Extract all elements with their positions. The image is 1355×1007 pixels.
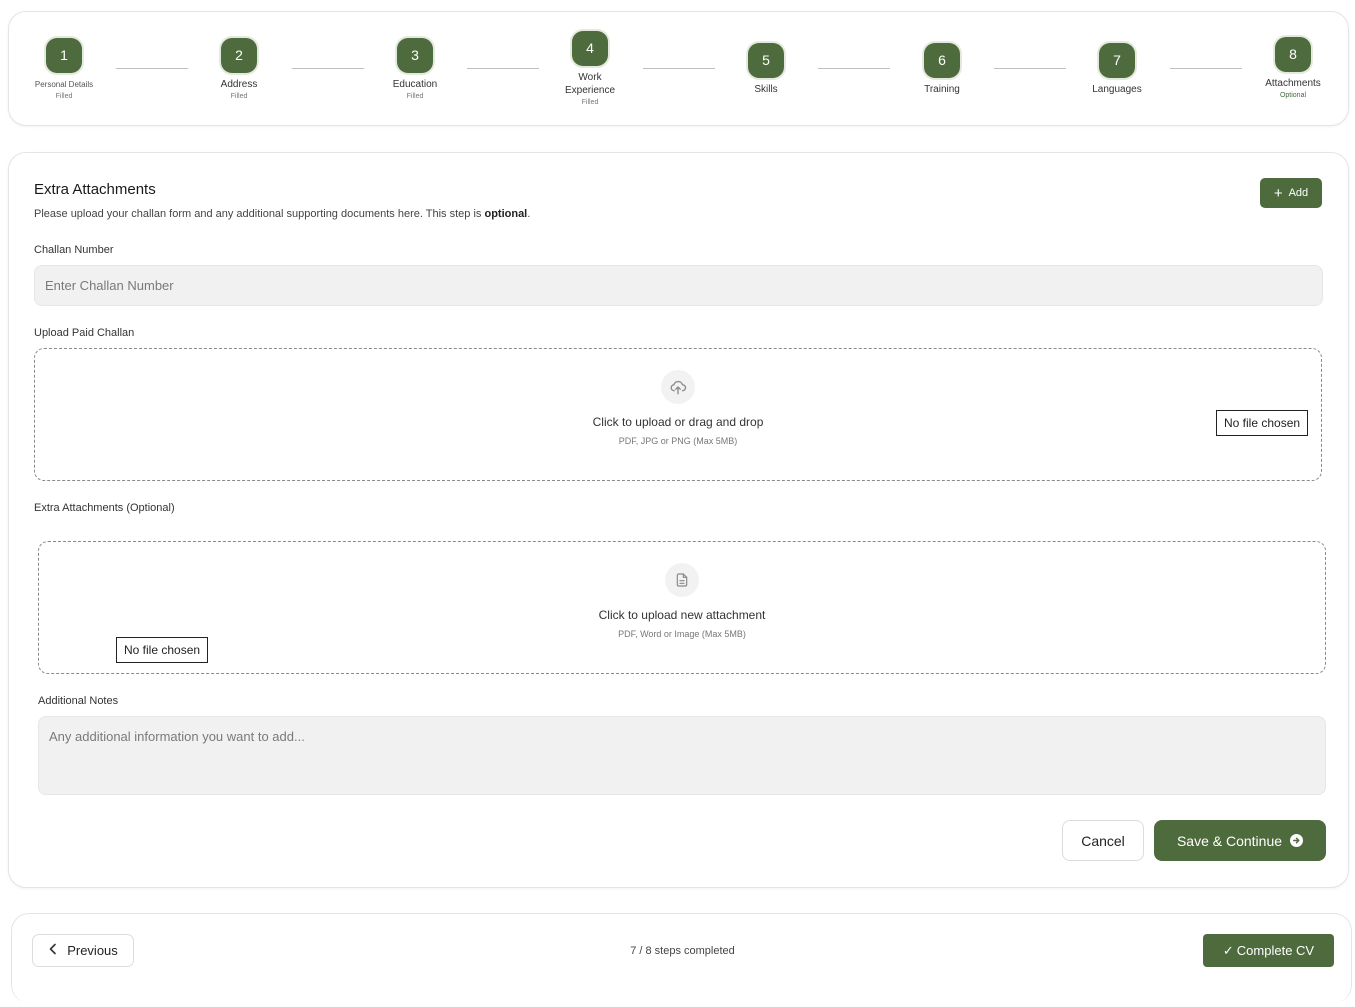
step-connector	[467, 68, 539, 69]
extra-attachments-dropzone[interactable]: Click to upload new attachment PDF, Word…	[38, 541, 1326, 674]
challan-number-label: Challan Number	[34, 244, 114, 256]
step-training[interactable]: 6 Training	[887, 43, 997, 96]
step-number: 2	[221, 38, 257, 73]
step-label: Personal Details	[34, 80, 94, 89]
step-connector	[643, 68, 715, 69]
step-connector	[994, 68, 1066, 69]
document-icon	[665, 563, 699, 597]
step-number: 1	[46, 38, 82, 73]
dropzone-hint: PDF, JPG or PNG (Max 5MB)	[618, 436, 738, 446]
additional-notes-input[interactable]	[38, 716, 1326, 795]
dropzone-title: Click to upload new attachment	[598, 608, 766, 622]
complete-cv-button[interactable]: ✓ Complete CV	[1203, 934, 1334, 967]
step-number: 8	[1275, 37, 1311, 72]
step-address[interactable]: 2 Address Filled	[184, 38, 294, 102]
step-number: 5	[748, 43, 784, 78]
step-status: Filled	[406, 93, 424, 100]
extra-attachments-label: Extra Attachments (Optional)	[34, 502, 175, 514]
dropzone-hint: PDF, Word or Image (Max 5MB)	[618, 629, 746, 639]
subtitle-suffix: .	[527, 208, 531, 220]
subtitle-text: Please upload your challan form and any …	[34, 208, 485, 220]
upload-paid-challan-label: Upload Paid Challan	[34, 327, 135, 339]
step-number: 6	[924, 43, 960, 78]
step-languages[interactable]: 7 Languages	[1062, 43, 1172, 96]
step-number: 7	[1099, 43, 1135, 78]
plus-icon: +	[1273, 184, 1283, 202]
step-personal-details[interactable]: 1 Personal Details Filled	[9, 38, 119, 102]
check-icon: ✓	[1222, 942, 1234, 958]
save-continue-button[interactable]: Save & Continue	[1154, 820, 1326, 861]
step-number: 3	[397, 38, 433, 73]
steps-progress: 7 / 8 steps completed	[630, 945, 735, 957]
step-connector	[116, 68, 188, 69]
step-connector	[1170, 68, 1242, 69]
step-status: Optional	[1279, 92, 1307, 99]
step-connector	[818, 68, 890, 69]
save-button-label: Save & Continue	[1176, 832, 1283, 849]
dropzone-title: Click to upload or drag and drop	[592, 415, 764, 429]
add-button-label: Add	[1288, 187, 1309, 199]
arrow-right-circle-icon	[1290, 834, 1304, 847]
file-chosen-status[interactable]: No file chosen	[116, 637, 209, 663]
add-button[interactable]: + Add	[1260, 178, 1322, 208]
step-label: Work Experience	[564, 72, 616, 96]
step-education[interactable]: 3 Education Filled	[360, 38, 470, 102]
attachments-card: Extra Attachments Please upload your cha…	[8, 152, 1349, 888]
complete-cv-label: Complete CV	[1236, 943, 1315, 958]
step-status: Filled	[55, 93, 73, 100]
step-label: Address	[220, 79, 258, 90]
cancel-button[interactable]: Cancel	[1062, 820, 1144, 861]
step-label: Languages	[1092, 84, 1142, 95]
file-chosen-status[interactable]: No file chosen	[1216, 410, 1309, 436]
step-skills[interactable]: 5 Skills	[711, 43, 821, 96]
step-label: Training	[924, 84, 960, 95]
step-label: Skills	[754, 84, 778, 95]
subtitle-bold: optional	[484, 208, 528, 220]
step-label: Attachments	[1265, 78, 1321, 89]
step-status: Filled	[581, 99, 599, 106]
section-title: Extra Attachments	[34, 181, 156, 198]
step-work-experience[interactable]: 4 Work Experience Filled	[535, 31, 645, 108]
challan-number-input[interactable]	[34, 265, 1323, 306]
step-label: Education	[392, 79, 438, 90]
section-subtitle: Please upload your challan form and any …	[34, 208, 530, 220]
progress-stepper: 1 Personal Details Filled 2 Address Fill…	[8, 11, 1349, 126]
step-status: Filled	[230, 93, 248, 100]
step-number: 4	[572, 31, 608, 66]
cloud-upload-icon	[661, 370, 695, 404]
wizard-footer: Previous 7 / 8 steps completed ✓ Complet…	[11, 913, 1352, 1003]
step-connector	[292, 68, 364, 69]
step-attachments[interactable]: 8 Attachments Optional	[1238, 37, 1348, 101]
paid-challan-dropzone[interactable]: Click to upload or drag and drop PDF, JP…	[34, 348, 1322, 481]
additional-notes-label: Additional Notes	[38, 695, 119, 707]
